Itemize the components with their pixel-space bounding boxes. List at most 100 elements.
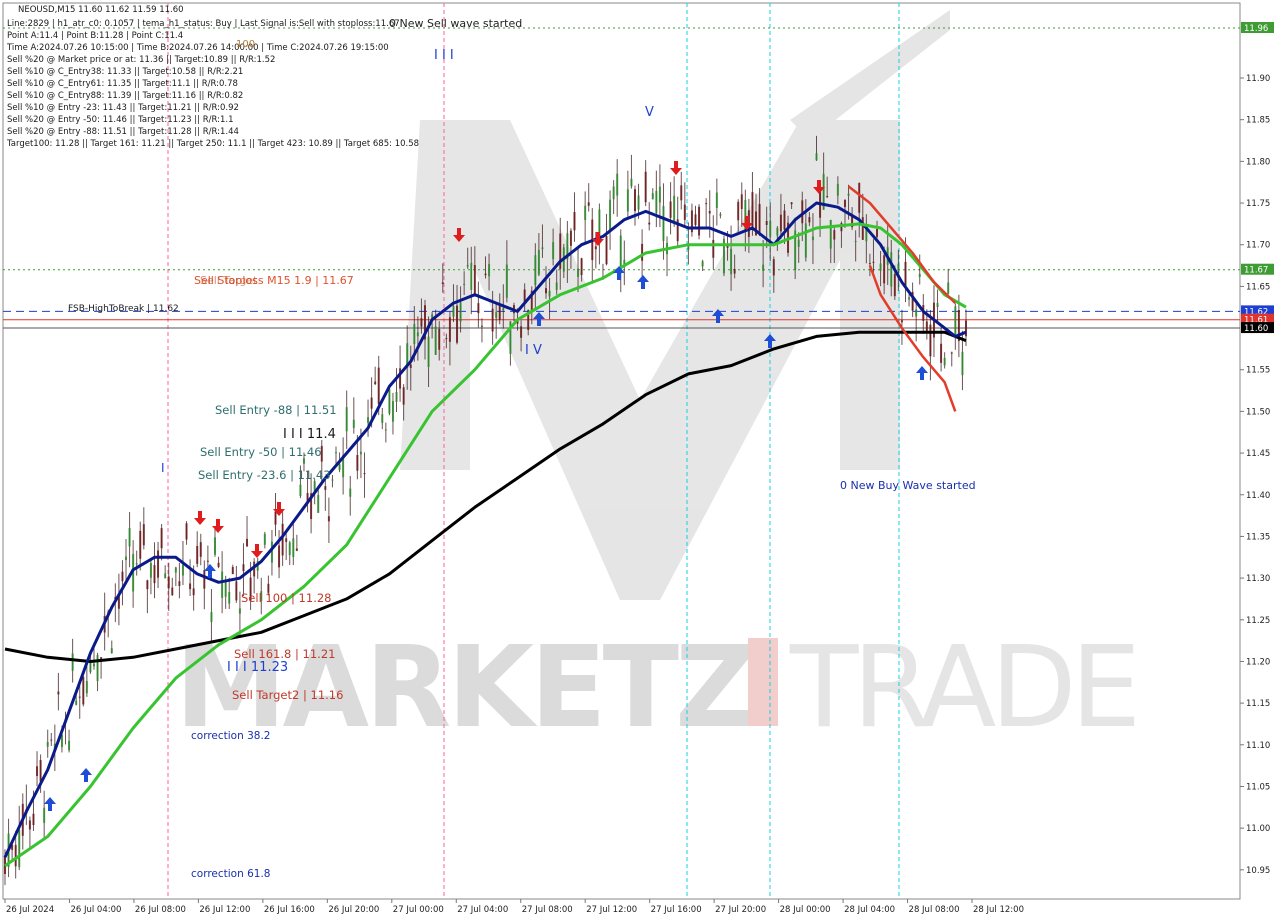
wave-I-label: I xyxy=(161,461,165,475)
candle-body xyxy=(363,473,366,475)
y-tick-label: 11.85 xyxy=(1246,116,1270,126)
candle-body xyxy=(758,204,761,234)
candle-body xyxy=(548,290,551,297)
candle-body xyxy=(288,542,291,556)
candle-body xyxy=(36,766,39,777)
candle-body xyxy=(367,417,370,423)
candle-body xyxy=(502,307,505,311)
candle-body xyxy=(577,268,580,277)
candle-body xyxy=(174,567,177,573)
info-line-8: Sell %10 @ Entry -23: 11.43 || Target:11… xyxy=(7,103,239,113)
candle-body xyxy=(142,524,145,546)
y-tick-label: 11.65 xyxy=(1246,282,1270,292)
candle-body xyxy=(160,528,163,549)
candle-body xyxy=(936,302,939,308)
candle-body xyxy=(470,262,473,291)
candle-body xyxy=(210,612,213,622)
candle-body xyxy=(416,332,419,337)
sell-entry-88-label: Sell Entry -88 | 11.51 xyxy=(215,403,337,417)
info-line-1: Line:2829 | h1_atr_c0: 0.1057 | tema_h1_… xyxy=(7,19,400,29)
candle-body xyxy=(349,488,352,497)
candle-body xyxy=(769,220,772,237)
candle-body xyxy=(669,201,672,218)
y-tick-label: 11.50 xyxy=(1246,407,1270,417)
candle-body xyxy=(452,306,455,317)
candle-body xyxy=(146,580,149,590)
candle-body xyxy=(57,691,60,695)
candle-body xyxy=(391,401,394,422)
symbol-line: NEOUSD,M15 11.60 11.62 11.59 11.60 xyxy=(18,5,184,15)
wave-11-23-label: I I I 11.23 xyxy=(227,660,288,675)
candle-body xyxy=(335,452,338,454)
candle-body xyxy=(861,217,864,240)
candle-body xyxy=(569,230,572,246)
candle-body xyxy=(50,739,53,741)
x-tick-label: 26 Jul 04:00 xyxy=(70,905,121,915)
candle-body xyxy=(71,653,74,671)
candle-body xyxy=(950,352,953,354)
candle-body xyxy=(420,318,423,327)
chart-svg: MARKETZ TRADE NEOUSD,M15 11.60 11.62 11.… xyxy=(2,2,1274,915)
candle-body xyxy=(189,583,192,590)
y-axis: 11.90 11.85 11.80 11.75 11.70 11.65 11.55 11.50… xyxy=(1240,74,1270,876)
candle-body xyxy=(680,185,683,201)
candle-body xyxy=(43,807,46,823)
sell-target2-label: Sell Target2 | 11.16 xyxy=(232,688,343,702)
candle-body xyxy=(466,265,469,267)
candle-body xyxy=(352,419,355,428)
new-buy-wave-label: 0 New Buy Wave started xyxy=(840,479,976,492)
candle-body xyxy=(751,192,754,227)
candle-body xyxy=(178,581,181,586)
y-tick-label: 11.70 xyxy=(1246,241,1270,251)
fsb-high-label: FSB-HighToBreak | 11.62 xyxy=(68,304,179,314)
candle-body xyxy=(338,464,341,470)
x-tick-label: 28 Jul 04:00 xyxy=(844,905,895,915)
candle-body xyxy=(196,545,199,564)
x-tick-label: 26 Jul 20:00 xyxy=(328,905,379,915)
candle-body xyxy=(534,255,537,285)
candle-body xyxy=(39,760,42,782)
candle-body xyxy=(75,700,78,705)
price-tag-label: 11.96 xyxy=(1244,24,1268,34)
candle-body xyxy=(434,326,437,355)
candle-body xyxy=(18,830,21,868)
candle-body xyxy=(217,562,220,567)
candle-body xyxy=(918,273,921,277)
candle-body xyxy=(719,214,722,216)
candle-body xyxy=(285,538,288,542)
candle-body xyxy=(242,564,245,572)
info-line-11: Target100: 11.28 || Target 161: 11.21 ||… xyxy=(6,139,419,149)
candle-body xyxy=(651,193,654,200)
candle-body xyxy=(776,227,779,236)
info-line-7: Sell %10 @ C_Entry88: 11.39 || Target:11… xyxy=(7,91,243,101)
candle-body xyxy=(662,206,665,241)
y-tick-label: 11.55 xyxy=(1246,366,1270,376)
candle-body xyxy=(281,523,284,556)
candle-body xyxy=(381,414,384,424)
candle-body xyxy=(584,205,587,220)
x-axis: 26 Jul 2024 26 Jul 04:00 26 Jul 08:00 26 Ju… xyxy=(4,899,1024,915)
candle-body xyxy=(541,247,544,250)
candle-body xyxy=(737,201,740,221)
x-tick-label: 26 Jul 2024 xyxy=(6,905,54,915)
y-tick-label: 11.45 xyxy=(1246,449,1270,459)
candle-body xyxy=(605,236,608,265)
candle-body xyxy=(655,190,658,214)
x-tick-label: 27 Jul 08:00 xyxy=(522,905,573,915)
candle-body xyxy=(456,305,459,343)
sell-161-label: Sell 161.8 | 11.21 xyxy=(234,647,335,661)
candle-body xyxy=(552,242,555,260)
candle-body xyxy=(811,236,814,241)
candle-body xyxy=(762,264,765,271)
candle-body xyxy=(278,545,281,568)
candle-body xyxy=(203,570,206,589)
sell-entry-50-label: Sell Entry -50 | 11.46 xyxy=(200,445,322,459)
candle-body xyxy=(181,564,184,576)
candle-body xyxy=(377,367,380,405)
sell-100-label: Sell 100 | 11.28 xyxy=(241,591,331,605)
candle-body xyxy=(110,648,113,654)
candle-body xyxy=(658,186,661,203)
candle-body xyxy=(594,246,597,250)
candle-body xyxy=(779,214,782,232)
info-line-6: Sell %10 @ C_Entry61: 11.35 || Target:11… xyxy=(7,79,238,89)
